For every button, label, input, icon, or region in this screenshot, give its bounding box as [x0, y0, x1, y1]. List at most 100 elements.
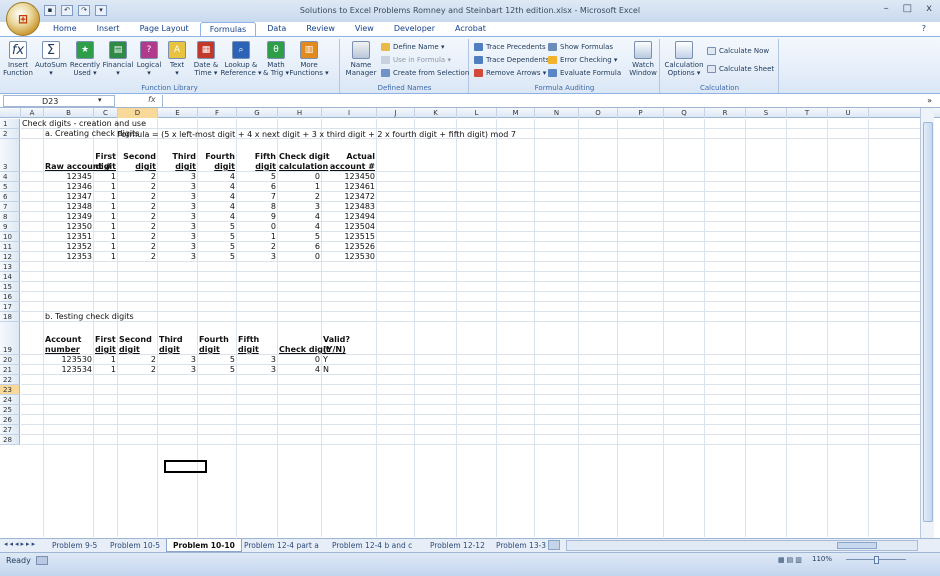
- row-header-11[interactable]: 11: [0, 242, 20, 252]
- column-header-d[interactable]: D: [118, 108, 158, 118]
- header-raw-account[interactable]: Raw account #: [45, 162, 112, 171]
- table-b-cell[interactable]: 3: [159, 365, 196, 374]
- header-b-third-top[interactable]: Third: [159, 335, 183, 344]
- table-a-cell[interactable]: 4: [199, 192, 235, 201]
- row-header-17[interactable]: 17: [0, 302, 20, 312]
- table-a-cell[interactable]: 12348: [45, 202, 92, 211]
- section-b-heading[interactable]: b. Testing check digits: [45, 312, 134, 321]
- tab-developer[interactable]: Developer: [385, 22, 444, 36]
- row-header-15[interactable]: 15: [0, 282, 20, 292]
- header-b-valid-bot[interactable]: (Y/N): [323, 345, 346, 354]
- table-a-cell[interactable]: 1: [238, 232, 276, 241]
- view-buttons-icon[interactable]: ▦▤▥: [778, 556, 804, 564]
- row-header-3[interactable]: 3: [0, 139, 20, 172]
- sheet-tab-4[interactable]: Problem 12-4 part a: [238, 539, 325, 552]
- maximize-button[interactable]: □: [903, 3, 912, 14]
- evaluate-formula-button[interactable]: Evaluate Formula: [548, 69, 621, 77]
- header-actual-top[interactable]: Actual: [323, 152, 375, 161]
- tab-formulas[interactable]: Formulas: [199, 22, 257, 36]
- row-header-20[interactable]: 20: [0, 355, 20, 365]
- trace-dependents-button[interactable]: Trace Dependents: [474, 56, 549, 64]
- row-header-5[interactable]: 5: [0, 182, 20, 192]
- header-third-top[interactable]: Third: [159, 152, 196, 161]
- table-a-cell[interactable]: 6: [279, 242, 320, 251]
- table-a-cell[interactable]: 123504: [323, 222, 375, 231]
- table-a-cell[interactable]: 2: [119, 182, 156, 191]
- header-check-bot[interactable]: calculation: [279, 162, 328, 171]
- table-a-cell[interactable]: 1: [95, 232, 116, 241]
- table-a-cell[interactable]: 3: [279, 202, 320, 211]
- row-header-12[interactable]: 12: [0, 252, 20, 262]
- table-a-cell[interactable]: 2: [119, 242, 156, 251]
- column-header-g[interactable]: G: [237, 108, 278, 118]
- column-header-o[interactable]: O: [579, 108, 618, 118]
- header-b-second-top[interactable]: Second: [119, 335, 152, 344]
- table-a-cell[interactable]: 12346: [45, 182, 92, 191]
- header-b-check-digit[interactable]: Check digit: [279, 345, 330, 354]
- table-a-cell[interactable]: 4: [279, 212, 320, 221]
- header-fourth-bot[interactable]: digit: [199, 162, 235, 171]
- table-a-cell[interactable]: 2: [119, 232, 156, 241]
- table-a-cell[interactable]: 12352: [45, 242, 92, 251]
- table-a-cell[interactable]: 12350: [45, 222, 92, 231]
- table-a-cell[interactable]: 4: [199, 202, 235, 211]
- sheet-tab-3[interactable]: Problem 10-10: [166, 539, 242, 552]
- table-a-cell[interactable]: 123461: [323, 182, 375, 191]
- header-b-fourth-bot[interactable]: digit: [199, 345, 220, 354]
- remove-arrows-button[interactable]: Remove Arrows ▾: [474, 69, 546, 77]
- table-a-cell[interactable]: 3: [159, 192, 196, 201]
- header-b-fifth-bot[interactable]: digit: [238, 345, 259, 354]
- row-header-19[interactable]: 19: [0, 322, 20, 355]
- table-a-cell[interactable]: 2: [238, 242, 276, 251]
- header-fourth-top[interactable]: Fourth: [199, 152, 235, 161]
- table-a-cell[interactable]: 3: [159, 232, 196, 241]
- tab-review[interactable]: Review: [297, 22, 344, 36]
- table-a-cell[interactable]: 3: [159, 202, 196, 211]
- macro-record-icon[interactable]: [36, 556, 48, 565]
- header-third-bot[interactable]: digit: [159, 162, 196, 171]
- use-in-formula-button[interactable]: Use in Formula ▾: [381, 56, 451, 64]
- table-b-cell[interactable]: 3: [159, 355, 196, 364]
- table-a-cell[interactable]: 4: [199, 172, 235, 181]
- table-a-cell[interactable]: 2: [119, 222, 156, 231]
- column-header-j[interactable]: J: [377, 108, 415, 118]
- table-a-cell[interactable]: 12351: [45, 232, 92, 241]
- row-header-7[interactable]: 7: [0, 202, 20, 212]
- table-a-cell[interactable]: 1: [95, 222, 116, 231]
- table-a-cell[interactable]: 5: [199, 232, 235, 241]
- header-b-first-top[interactable]: First: [95, 335, 116, 344]
- table-a-cell[interactable]: 12353: [45, 252, 92, 261]
- table-a-cell[interactable]: 123530: [323, 252, 375, 261]
- table-a-cell[interactable]: 5: [199, 252, 235, 261]
- table-a-cell[interactable]: 8: [238, 202, 276, 211]
- table-a-cell[interactable]: 4: [199, 212, 235, 221]
- table-a-cell[interactable]: 3: [159, 222, 196, 231]
- column-header-s[interactable]: S: [746, 108, 787, 118]
- table-a-cell[interactable]: 0: [279, 172, 320, 181]
- name-box-dropdown-icon[interactable]: ▾: [98, 96, 102, 104]
- header-b-second-bot[interactable]: digit: [119, 345, 140, 354]
- minimize-button[interactable]: –: [884, 3, 889, 14]
- row-header-28[interactable]: 28: [0, 435, 20, 445]
- tab-page-layout[interactable]: Page Layout: [131, 22, 198, 36]
- column-header-b[interactable]: B: [44, 108, 94, 118]
- header-b-first-bot[interactable]: digit: [95, 345, 116, 354]
- sheet-tab-7[interactable]: Problem 13-3: [490, 539, 552, 552]
- table-a-cell[interactable]: 7: [238, 192, 276, 201]
- calculation-options-button[interactable]: Calculation Options ▾: [664, 41, 704, 77]
- header-second-top[interactable]: Second: [119, 152, 156, 161]
- column-header-t[interactable]: T: [787, 108, 828, 118]
- table-a-cell[interactable]: 1: [95, 242, 116, 251]
- column-header-p[interactable]: P: [618, 108, 664, 118]
- text-button[interactable]: A Text ▾: [164, 41, 190, 77]
- table-b-cell[interactable]: 0: [279, 355, 320, 364]
- table-a-cell[interactable]: 2: [119, 202, 156, 211]
- sheet-tab-5[interactable]: Problem 12-4 b and c: [326, 539, 418, 552]
- show-formulas-button[interactable]: Show Formulas: [548, 43, 613, 51]
- table-a-cell[interactable]: 123450: [323, 172, 375, 181]
- table-a-cell[interactable]: 6: [238, 182, 276, 191]
- row-header-10[interactable]: 10: [0, 232, 20, 242]
- header-first-bot[interactable]: digit: [95, 162, 116, 171]
- column-header-m[interactable]: M: [497, 108, 535, 118]
- sheet-tab-2[interactable]: Problem 10-5: [104, 539, 166, 552]
